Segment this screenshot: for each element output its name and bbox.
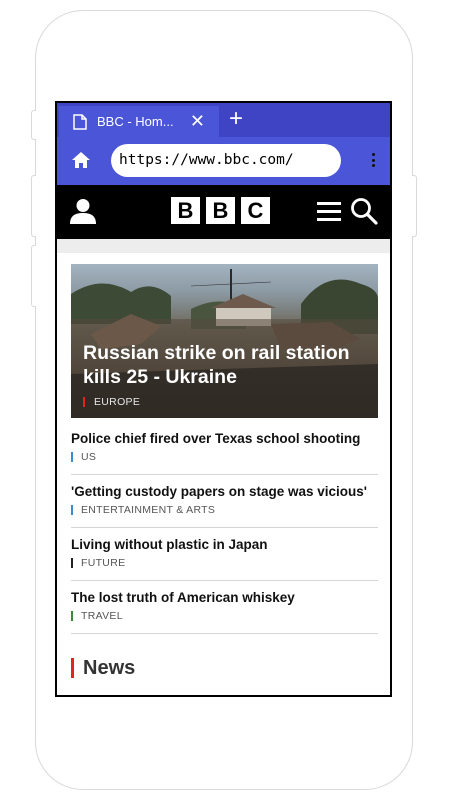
browser-tab[interactable]: BBC - Hom... ✕ <box>59 106 219 137</box>
account-icon[interactable] <box>69 198 97 224</box>
address-bar: https://www.bbc.com/ <box>57 137 390 185</box>
list-item[interactable]: The lost truth of American whiskey TRAVE… <box>71 581 378 634</box>
story-list: Police chief fired over Texas school sho… <box>71 422 378 634</box>
list-item[interactable]: Living without plastic in Japan FUTURE <box>71 528 378 581</box>
story-category[interactable]: ENTERTAINMENT & ARTS <box>71 505 215 515</box>
story-headline[interactable]: 'Getting custody papers on stage was vic… <box>71 484 367 499</box>
search-icon[interactable] <box>350 197 378 225</box>
browser-screen: BBC - Hom... ✕ + https://www.bbc.com/ B … <box>55 101 392 697</box>
tab-title: BBC - Hom... <box>97 114 174 129</box>
logo-letter: C <box>241 197 270 224</box>
phone-volume-up-button <box>31 175 36 237</box>
home-icon[interactable] <box>71 151 91 169</box>
hero-story[interactable]: Russian strike on rail station kills 25 … <box>71 264 378 418</box>
story-headline[interactable]: Living without plastic in Japan <box>71 537 268 552</box>
logo-letter: B <box>171 197 200 224</box>
story-category[interactable]: US <box>71 452 96 462</box>
new-tab-button[interactable]: + <box>229 105 243 133</box>
hero-headline[interactable]: Russian strike on rail station kills 25 … <box>83 341 373 389</box>
story-headline[interactable]: The lost truth of American whiskey <box>71 590 295 605</box>
menu-icon[interactable] <box>317 202 341 222</box>
list-item[interactable]: 'Getting custody papers on stage was vic… <box>71 475 378 528</box>
story-category[interactable]: FUTURE <box>71 558 125 568</box>
tab-strip: BBC - Hom... ✕ + <box>57 103 390 137</box>
bbc-logo[interactable]: B B C <box>171 197 270 224</box>
logo-letter: B <box>206 197 235 224</box>
document-icon <box>73 113 87 130</box>
phone-side-button <box>31 110 36 140</box>
more-options-icon[interactable] <box>372 153 376 169</box>
close-tab-icon[interactable]: ✕ <box>190 111 205 132</box>
section-heading[interactable]: News <box>71 658 135 678</box>
hero-category[interactable]: EUROPE <box>83 397 140 407</box>
url-field[interactable]: https://www.bbc.com/ <box>111 144 341 177</box>
phone-power-button <box>412 175 417 237</box>
story-headline[interactable]: Police chief fired over Texas school sho… <box>71 431 360 446</box>
list-item[interactable]: Police chief fired over Texas school sho… <box>71 422 378 475</box>
header-separator <box>57 239 390 253</box>
story-category[interactable]: TRAVEL <box>71 611 123 621</box>
site-header: B B C <box>57 185 390 239</box>
phone-volume-down-button <box>31 245 36 307</box>
